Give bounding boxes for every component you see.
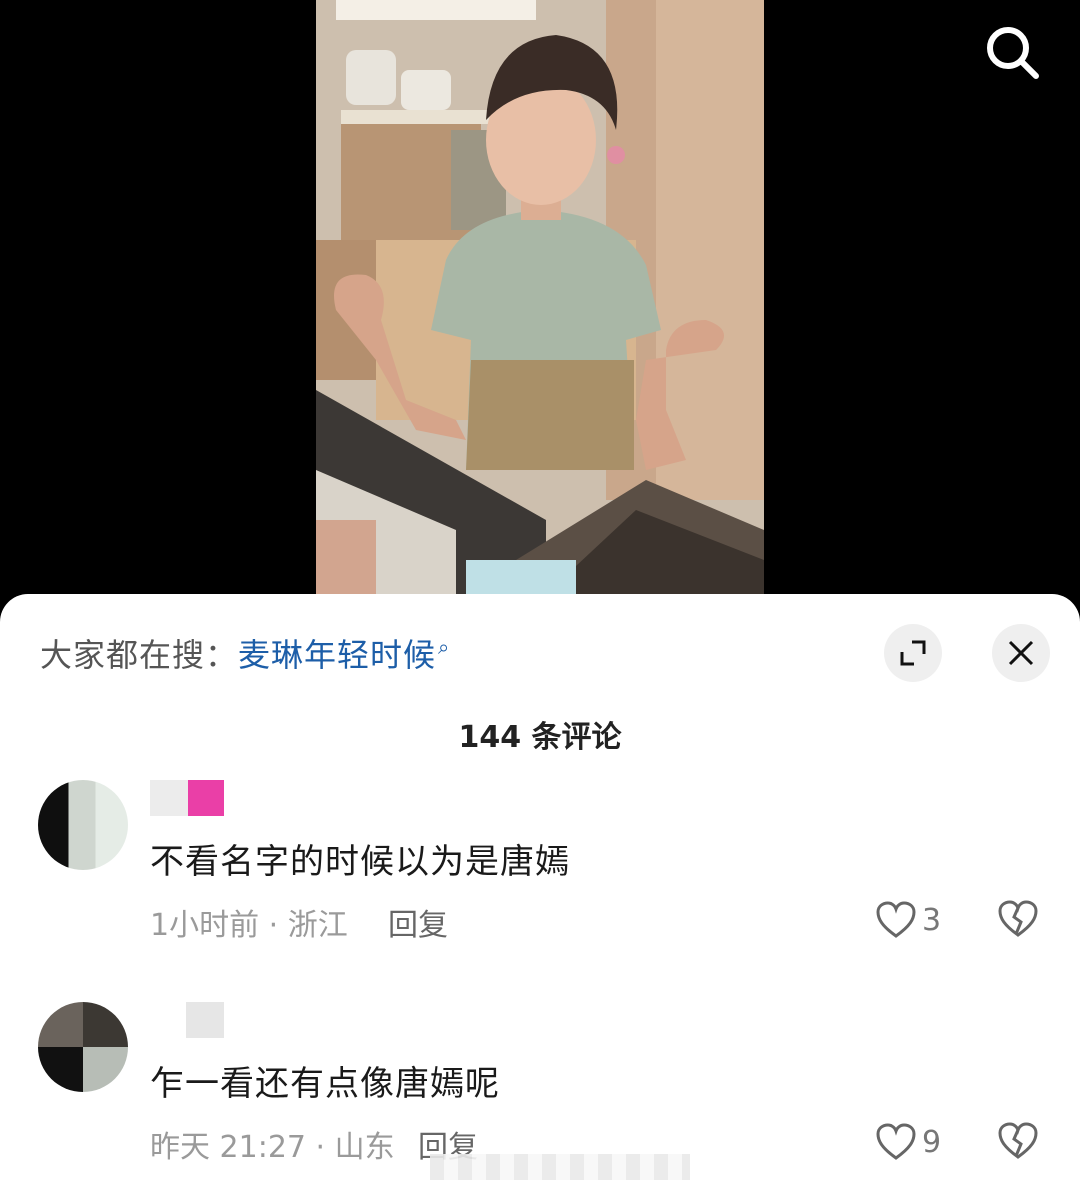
comment-item: 不看名字的时候以为是唐嫣 1小时前 · 浙江 回复 3: [0, 776, 1080, 966]
video-area[interactable]: [0, 0, 1080, 600]
broken-heart-icon: [998, 1122, 1038, 1159]
video-frame[interactable]: [316, 0, 764, 594]
dislike-button[interactable]: [998, 900, 1038, 940]
broken-heart-icon: [998, 900, 1038, 937]
search-button[interactable]: [980, 20, 1044, 84]
search-icon: ⌕: [438, 635, 451, 660]
like-count: 9: [922, 1124, 942, 1160]
search-icon: [987, 27, 1039, 79]
like-button[interactable]: 3: [876, 900, 941, 940]
comment-meta: 昨天 21:27 · 山东: [150, 1130, 395, 1165]
video-image: [316, 0, 764, 594]
comment-sheet: 大家都在搜：麦琳年轻时候 ⌕ 144 条评论 不看名字的时候以为是唐嫣 1小时前 …: [0, 594, 1080, 1189]
expand-icon: [900, 640, 926, 666]
hot-search-prefix: 大家都在搜：: [40, 636, 239, 674]
avatar[interactable]: [38, 780, 128, 870]
heart-icon: [876, 1123, 916, 1160]
comment-count: 144 条评论: [458, 720, 622, 755]
like-count: 3: [922, 902, 942, 938]
hot-search-keyword[interactable]: 麦琳年轻时候: [238, 636, 436, 674]
comment-text: 不看名字的时候以为是唐嫣: [150, 842, 570, 882]
like-button[interactable]: 9: [876, 1122, 941, 1162]
comment-meta: 1小时前 · 浙江: [150, 908, 348, 943]
reply-button[interactable]: 回复: [388, 900, 448, 944]
username-redacted[interactable]: [150, 780, 270, 816]
expand-button[interactable]: [884, 624, 942, 682]
close-icon: [1008, 640, 1034, 666]
dislike-button[interactable]: [998, 1122, 1038, 1162]
watermark-overlay: [430, 1154, 690, 1180]
comment-text: 乍一看还有点像唐嫣呢: [150, 1064, 500, 1104]
avatar[interactable]: [38, 1002, 128, 1092]
username-redacted[interactable]: [150, 1002, 270, 1038]
hot-search-bar: 大家都在搜：麦琳年轻时候 ⌕: [40, 630, 450, 676]
close-button[interactable]: [992, 624, 1050, 682]
heart-icon: [876, 901, 916, 938]
